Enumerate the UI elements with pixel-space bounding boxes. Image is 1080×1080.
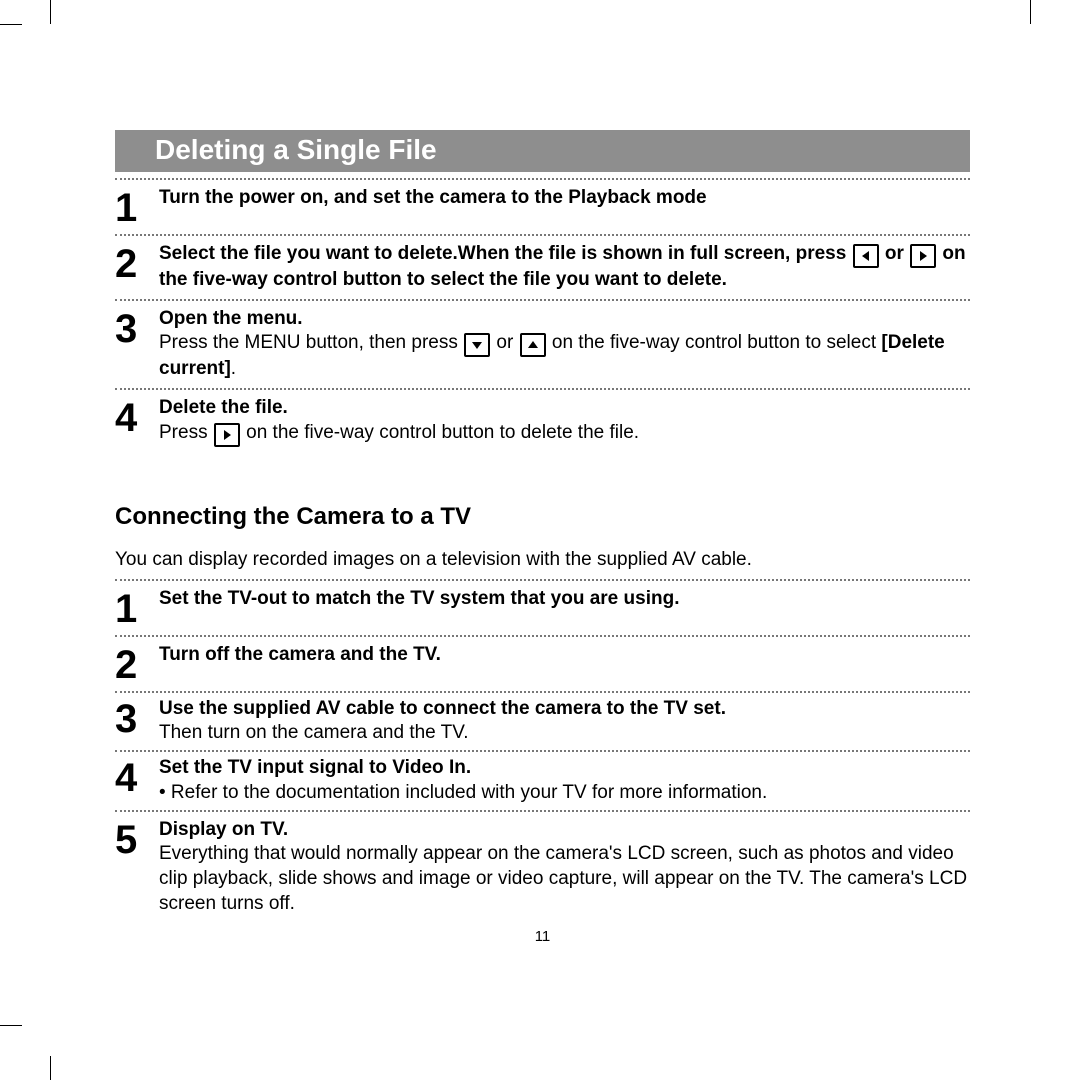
step-text: Select the file you want to delete.When … <box>159 243 852 264</box>
step-text: on the five-way control button to select <box>547 332 882 353</box>
step-text: or <box>880 243 910 264</box>
step-item: 1 Turn the power on, and set the camera … <box>115 180 970 234</box>
section-title: Deleting a Single File <box>115 130 970 172</box>
step-item: 4 Set the TV input signal to Video In. •… <box>115 752 970 809</box>
step-number: 4 <box>115 396 159 447</box>
step-item: 3 Open the menu. Press the MENU button, … <box>115 301 970 388</box>
step-item: 2 Turn off the camera and the TV. <box>115 637 970 691</box>
step-bullet: • Refer to the documentation included wi… <box>159 782 767 803</box>
intro-text: You can display recorded images on a tel… <box>115 549 970 571</box>
step-text: on the five-way control button to delete… <box>241 422 639 443</box>
right-arrow-icon <box>214 423 240 447</box>
step-heading: Open the menu. <box>159 308 303 329</box>
step-number: 5 <box>115 818 159 917</box>
left-arrow-icon <box>853 244 879 268</box>
step-text: . <box>231 358 236 379</box>
step-heading: Turn off the camera and the TV. <box>159 644 441 665</box>
step-number: 2 <box>115 242 159 293</box>
step-text: or <box>491 332 518 353</box>
down-arrow-icon <box>464 333 490 357</box>
step-item: 5 Display on TV. Everything that would n… <box>115 812 970 923</box>
step-number: 3 <box>115 307 159 382</box>
subsection-heading: Connecting the Camera to a TV <box>115 503 970 531</box>
manual-page: Deleting a Single File 1 Turn the power … <box>115 130 970 945</box>
step-item: 4 Delete the file. Press on the five-way… <box>115 390 970 453</box>
step-number: 1 <box>115 186 159 228</box>
step-number: 1 <box>115 587 159 629</box>
step-item: 2 Select the file you want to delete.Whe… <box>115 236 970 299</box>
step-heading: Turn the power on, and set the camera to… <box>159 187 707 208</box>
step-number: 4 <box>115 756 159 805</box>
step-item: 1 Set the TV-out to match the TV system … <box>115 581 970 635</box>
step-heading: Delete the file. <box>159 397 288 418</box>
step-heading: Set the TV-out to match the TV system th… <box>159 588 679 609</box>
step-heading: Display on TV. <box>159 819 288 840</box>
right-arrow-icon <box>910 244 936 268</box>
step-text: Then turn on the camera and the TV. <box>159 722 468 743</box>
up-arrow-icon <box>520 333 546 357</box>
step-heading: Use the supplied AV cable to connect the… <box>159 698 726 719</box>
step-item: 3 Use the supplied AV cable to connect t… <box>115 693 970 750</box>
page-number: 11 <box>115 928 970 945</box>
step-text: Everything that would normally appear on… <box>159 843 967 913</box>
step-text: Press the MENU button, then press <box>159 332 463 353</box>
step-heading: Set the TV input signal to Video In. <box>159 757 471 778</box>
step-text: Press <box>159 422 213 443</box>
step-number: 2 <box>115 643 159 685</box>
step-number: 3 <box>115 697 159 746</box>
